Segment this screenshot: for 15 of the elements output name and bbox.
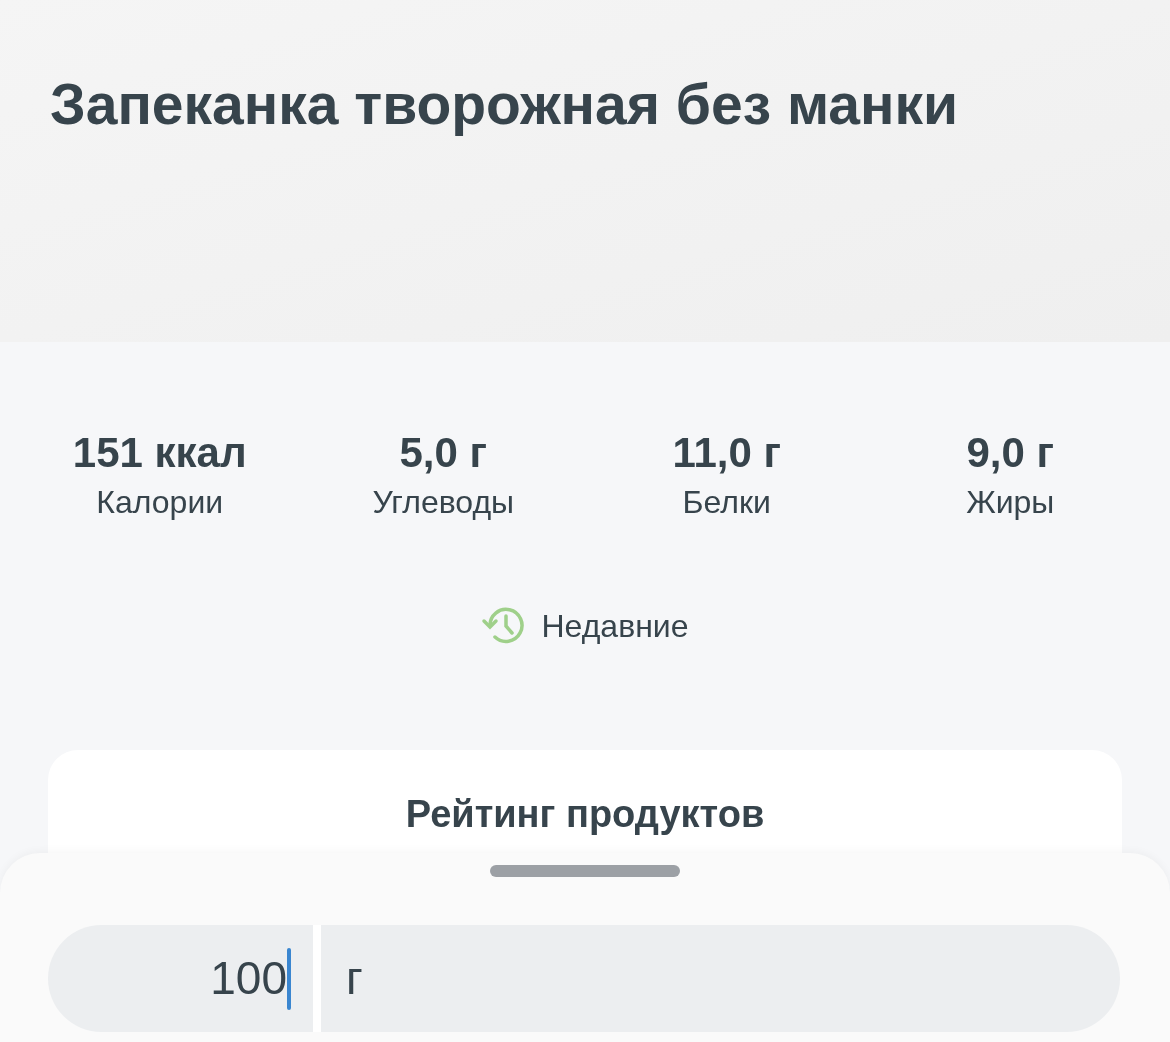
nutrient-value: 5,0 г	[399, 428, 488, 478]
nutrient-value: 151 ккал	[72, 428, 247, 478]
nutrient-label: Жиры	[966, 482, 1055, 522]
sheet-handle[interactable]	[490, 865, 680, 877]
text-cursor	[287, 947, 291, 1010]
product-title: Запеканка творожная без манки	[50, 71, 959, 138]
recent-button[interactable]: Недавние	[481, 601, 689, 650]
nutrient-value: 11,0 г	[672, 428, 782, 478]
nutrient-label: Калории	[96, 482, 224, 522]
amount-field[interactable]: 100	[48, 925, 313, 1032]
nutrient-value: 9,0 г	[966, 428, 1055, 478]
nutrient-label: Углеводы	[372, 482, 515, 522]
rating-title: Рейтинг продуктов	[405, 794, 765, 833]
unit-field[interactable]: г	[313, 925, 1120, 1032]
nutrient-label: Белки	[682, 482, 771, 522]
